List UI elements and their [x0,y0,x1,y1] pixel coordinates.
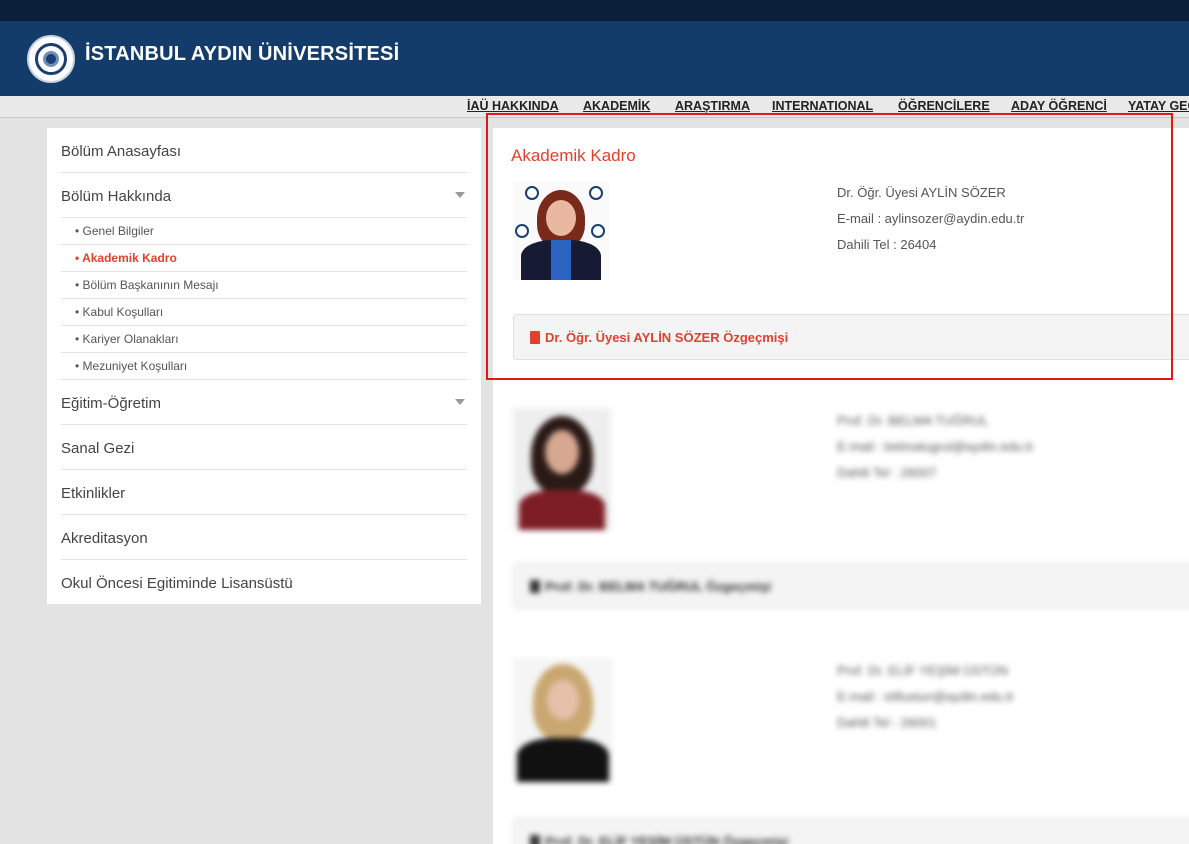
sidebar: Bölüm Anasayfası Bölüm Hakkında • Genel … [47,128,481,604]
nav-item-students[interactable]: ÖĞRENCİLERE [898,99,990,113]
staff-phone: Dahili Tel : 26404 [837,237,937,252]
caret-down-icon[interactable] [455,192,465,198]
staff-name: Prof. Dr. BELMA TUĞRUL [837,413,989,428]
sidebar-item-events[interactable]: Etkinlikler [61,470,467,515]
staff-phone: Dahili Tel : 26007 [837,465,937,480]
sidebar-item-label: Eğitim-Öğretim [61,395,162,412]
cv-link-label: Prof. Dr. BELMA TUĞRUL Özgeçmişi [545,579,772,594]
sidebar-subitem-academic-staff[interactable]: • Akademik Kadro [61,245,467,272]
sidebar-item-label: Akreditasyon [61,530,148,547]
nav-item-academic[interactable]: AKADEMİK [583,99,650,113]
sidebar-subitem-graduation[interactable]: • Mezuniyet Koşulları [61,353,467,380]
top-strip [0,0,1189,21]
sidebar-item-home[interactable]: Bölüm Anasayfası [61,128,467,173]
staff-phone: Dahili Tel : 26001 [837,715,937,730]
staff-info: Prof. Dr. ELİF YEŞİM ÜSTÜN E-mail : elif… [837,658,1014,736]
document-icon [530,835,540,844]
site-title[interactable]: İSTANBUL AYDIN ÜNİVERSİTESİ [85,43,399,66]
cv-link-label: Prof. Dr. ELİF YEŞİM ÜSTÜN Özgeçmişi [545,834,789,844]
sidebar-subitem-head-message[interactable]: • Bölüm Başkanının Mesajı [61,272,467,299]
nav-item-research[interactable]: ARAŞTIRMA [675,99,750,113]
staff-email[interactable]: E-mail : aylinsozer@aydin.edu.tr [837,206,1024,232]
nav-item-international[interactable]: INTERNATIONAL [772,99,873,113]
staff-info: Dr. Öğr. Üyesi AYLİN SÖZER E-mail : ayli… [837,180,1024,258]
staff-photo [513,182,609,280]
staff-photo [513,658,613,782]
document-icon [530,331,540,344]
content-panel: Akademik Kadro Dr. Öğr. Üyesi AYLİN SÖZE… [493,128,1189,844]
page-title: Akademik Kadro [511,146,636,165]
nav-item-about-iau[interactable]: İAÜ HAKKINDA [467,99,559,113]
staff-email[interactable]: E-mail : elifustun@aydin.edu.tr [837,684,1014,710]
sidebar-item-accreditation[interactable]: Akreditasyon [61,515,467,560]
nav-item-transfer[interactable]: YATAY GEÇİŞ [1128,99,1189,113]
sidebar-item-label: Okul Öncesi Egitiminde Lisansüstü [61,575,293,592]
nav-item-candidates[interactable]: ADAY ÖĞRENCİ [1011,99,1107,113]
sidebar-item-label: Bölüm Anasayfası [61,143,182,160]
sidebar-subitem-admission[interactable]: • Kabul Koşulları [61,299,467,326]
sidebar-item-education[interactable]: Eğitim-Öğretim [61,380,467,425]
sidebar-item-about[interactable]: Bölüm Hakkında [61,173,467,218]
main-nav: İAÜ HAKKINDA AKADEMİK ARAŞTIRMA INTERNAT… [0,96,1189,118]
university-seal-icon[interactable] [27,35,75,83]
sidebar-item-label: Bölüm Hakkında [61,188,172,205]
site-header: İSTANBUL AYDIN ÜNİVERSİTESİ [0,21,1189,96]
document-icon [530,580,540,593]
cv-link[interactable]: Prof. Dr. BELMA TUĞRUL Özgeçmişi [513,563,1189,609]
sidebar-subitem-career[interactable]: • Kariyer Olanakları [61,326,467,353]
sidebar-item-label: Sanal Gezi [61,440,135,457]
sidebar-item-graduate[interactable]: Okul Öncesi Egitiminde Lisansüstü [61,560,467,605]
staff-name: Prof. Dr. ELİF YEŞİM ÜSTÜN [837,663,1008,678]
sidebar-item-virtual-tour[interactable]: Sanal Gezi [61,425,467,470]
sidebar-item-label: Etkinlikler [61,485,126,502]
staff-email[interactable]: E-mail : belmatugrul@aydin.edu.tr [837,434,1034,460]
staff-name: Dr. Öğr. Üyesi AYLİN SÖZER [837,185,1006,200]
cv-link[interactable]: Dr. Öğr. Üyesi AYLİN SÖZER Özgeçmişi [513,314,1189,360]
cv-link-label: Dr. Öğr. Üyesi AYLİN SÖZER Özgeçmişi [545,330,789,345]
caret-down-icon[interactable] [455,399,465,405]
sidebar-subitem-general-info[interactable]: • Genel Bilgiler [61,218,467,245]
staff-info: Prof. Dr. BELMA TUĞRUL E-mail : belmatug… [837,408,1034,486]
staff-photo [513,408,611,530]
cv-link[interactable]: Prof. Dr. ELİF YEŞİM ÜSTÜN Özgeçmişi [513,818,1189,844]
